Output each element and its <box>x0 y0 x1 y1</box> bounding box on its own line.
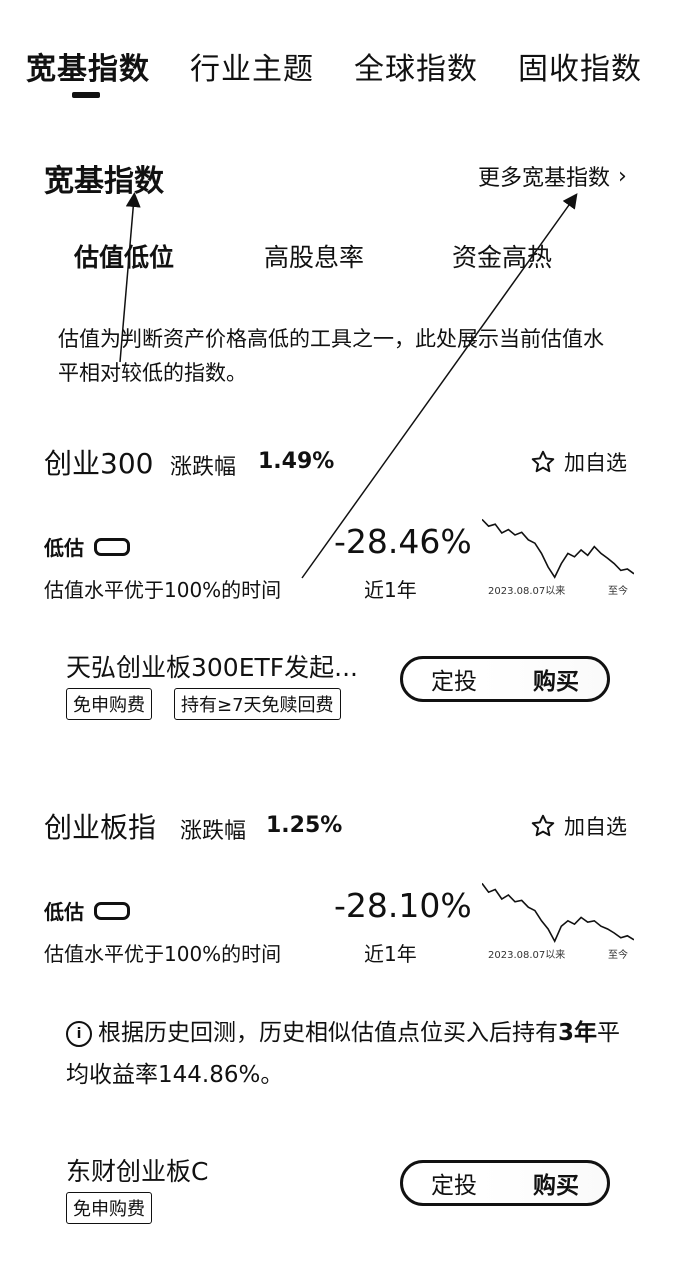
change-value: 1.49% <box>258 449 335 474</box>
add-favorite-button[interactable]: 加自选 <box>530 447 627 477</box>
valuation-gauge-icon <box>94 537 130 556</box>
valuation-text: 估值水平优于100%的时间 <box>44 942 282 966</box>
sparkline-chart <box>482 882 634 944</box>
valuation-label: 低估 <box>44 536 84 560</box>
valuation-badge: 低估 <box>44 896 130 925</box>
fund-tag: 免申购费 <box>66 1192 152 1224</box>
info-icon: i <box>66 1021 92 1047</box>
backtest-tip: i 根据历史回测，历史相似估值点位买入后持有3年平均收益率144.86%。 <box>66 1012 626 1096</box>
change-value: 1.25% <box>266 813 343 838</box>
valuation-badge: 低估 <box>44 532 130 561</box>
buy-button[interactable]: 购买 <box>505 662 607 696</box>
tab-industry-theme[interactable]: 行业主题 <box>190 44 314 88</box>
chevron-right-icon: › <box>618 163 627 189</box>
fund-action-group: 定投 购买 <box>400 656 610 702</box>
add-favorite-label: 加自选 <box>564 451 627 475</box>
more-broad-index-link[interactable]: 更多宽基指数 › <box>478 160 627 192</box>
subtab-high-dividend[interactable]: 高股息率 <box>264 238 364 274</box>
star-icon <box>531 814 555 837</box>
valuation-description: 估值为判断资产价格高低的工具之一，此处展示当前估值水平相对较低的指数。 <box>58 327 604 385</box>
sparkline-path <box>482 882 634 944</box>
tab-fixed-income-index[interactable]: 固收指数 <box>518 44 642 88</box>
change-label: 涨跌幅 <box>170 455 237 480</box>
tab-broad-index[interactable]: 宽基指数 <box>26 44 150 88</box>
chart-start-label: 2023.08.07以来 <box>488 950 566 961</box>
return-value: -28.46% <box>334 522 472 561</box>
fund-name[interactable]: 天弘创业板300ETF发起... <box>66 648 358 684</box>
fund-action-group: 定投 购买 <box>400 1160 610 1206</box>
fund-tag: 免申购费 <box>66 688 152 720</box>
tip-prefix: 根据历史回测，历史相似估值点位买入后持有 <box>98 1020 558 1046</box>
add-favorite-label: 加自选 <box>564 815 627 839</box>
fund-name[interactable]: 东财创业板C <box>66 1152 208 1188</box>
valuation-text: 估值水平优于100%的时间 <box>44 578 282 602</box>
active-tab-indicator <box>72 92 100 98</box>
sparkline-path <box>482 518 634 579</box>
auto-invest-button[interactable]: 定投 <box>403 1166 505 1200</box>
change-label: 涨跌幅 <box>180 819 247 844</box>
index-name[interactable]: 创业板指 <box>44 806 156 846</box>
tip-bold: 3年 <box>558 1020 598 1046</box>
fund-tag: 持有≥7天免赎回费 <box>174 688 341 720</box>
star-icon <box>531 450 555 473</box>
buy-button[interactable]: 购买 <box>505 1166 607 1200</box>
subtab-low-valuation[interactable]: 估值低位 <box>74 238 174 274</box>
return-period: 近1年 <box>364 578 417 602</box>
section-title: 宽基指数 <box>44 164 164 199</box>
return-value: -28.10% <box>334 886 472 925</box>
chart-start-label: 2023.08.07以来 <box>488 586 566 597</box>
chart-end-label: 至今 <box>608 950 628 961</box>
valuation-label: 低估 <box>44 900 84 924</box>
subtab-hot-capital[interactable]: 资金高热 <box>452 238 552 274</box>
sparkline-chart <box>482 518 634 579</box>
index-name[interactable]: 创业300 <box>44 442 153 482</box>
return-period: 近1年 <box>364 942 417 966</box>
add-favorite-button[interactable]: 加自选 <box>530 811 627 841</box>
valuation-gauge-icon <box>94 901 130 920</box>
auto-invest-button[interactable]: 定投 <box>403 662 505 696</box>
tab-global-index[interactable]: 全球指数 <box>354 44 478 88</box>
chart-end-label: 至今 <box>608 586 628 597</box>
more-link-label: 更多宽基指数 <box>478 166 611 191</box>
